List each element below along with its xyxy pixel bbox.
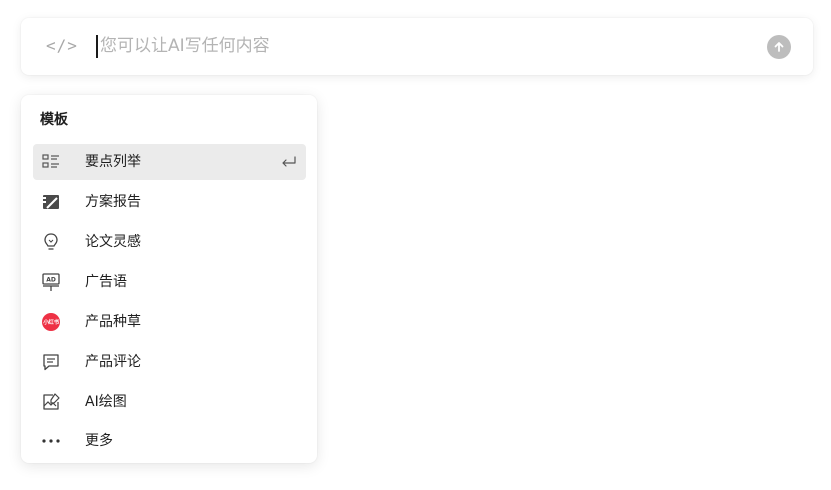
menu-item-label: 更多 (85, 433, 113, 449)
send-button[interactable] (767, 35, 791, 59)
page: </> 模板 要点列举 (0, 0, 831, 490)
enter-key-icon (280, 153, 298, 171)
template-menu: 模板 要点列举 方案报告 论文灵感 AD 广告语 小红书 产品种草 产品评论 A… (21, 95, 317, 463)
xiaohongshu-icon: 小红书 (41, 312, 61, 332)
code-icon[interactable]: </> (46, 35, 80, 57)
report-pencil-icon (41, 192, 61, 212)
menu-item-paper-inspiration[interactable]: 论文灵感 (33, 224, 306, 260)
ad-board-icon: AD (41, 272, 61, 292)
menu-item-label: 产品种草 (85, 314, 141, 330)
menu-item-label: 方案报告 (85, 194, 141, 210)
menu-item-label: 要点列举 (85, 154, 141, 170)
menu-item-label: 论文灵感 (85, 234, 141, 250)
menu-item-key-points[interactable]: 要点列举 (33, 144, 306, 180)
prompt-input[interactable] (100, 32, 740, 60)
menu-item-label: AI绘图 (85, 394, 127, 410)
comment-icon (41, 352, 61, 372)
menu-item-ai-drawing[interactable]: AI绘图 (33, 384, 306, 420)
list-bullets-icon (41, 152, 61, 172)
lightbulb-icon (41, 232, 61, 252)
ai-prompt-bar: </> (21, 18, 813, 75)
image-brush-icon (41, 392, 61, 412)
menu-item-label: 产品评论 (85, 354, 141, 370)
menu-item-more[interactable]: 更多 (33, 423, 306, 459)
menu-title: 模板 (40, 112, 68, 128)
xiaohongshu-logo: 小红书 (42, 313, 60, 331)
more-dots-icon (41, 431, 61, 451)
menu-item-product-recommendation[interactable]: 小红书 产品种草 (33, 304, 306, 340)
menu-item-proposal-report[interactable]: 方案报告 (33, 184, 306, 220)
svg-text:AD: AD (46, 277, 56, 284)
menu-item-product-review[interactable]: 产品评论 (33, 344, 306, 380)
menu-item-slogan[interactable]: AD 广告语 (33, 264, 306, 300)
menu-item-label: 广告语 (85, 274, 127, 290)
text-caret (96, 35, 98, 58)
arrow-up-icon (774, 42, 784, 52)
